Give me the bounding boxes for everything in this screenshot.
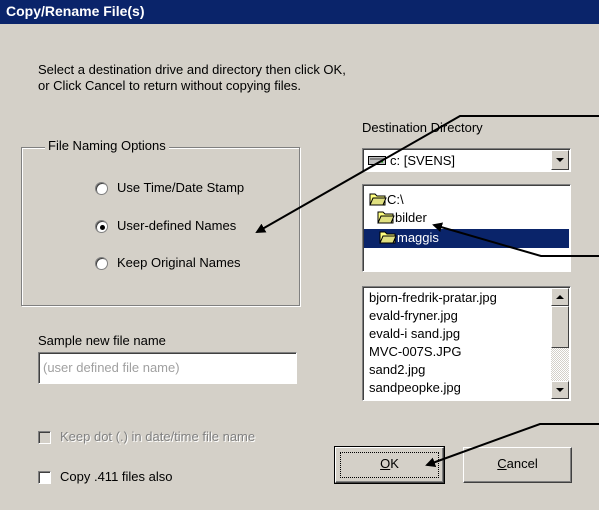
drive-value: c: [SVENS] <box>390 153 456 168</box>
sample-file-name-placeholder: (user defined file name) <box>43 360 180 375</box>
cancel-button[interactable]: Cancel <box>463 447 572 483</box>
window-title: Copy/Rename File(s) <box>6 3 145 19</box>
file-item[interactable]: bjorn-fredrik-pratar.jpg <box>369 290 497 305</box>
title-bar[interactable]: Copy/Rename File(s) <box>0 0 599 24</box>
copy-rename-dialog: Copy/Rename File(s) Select a destination… <box>0 0 599 510</box>
folder-label-root: C:\ <box>387 192 404 207</box>
scroll-up-button[interactable] <box>551 288 569 306</box>
open-folder-icon <box>369 193 387 206</box>
file-list-scrollbar[interactable] <box>551 288 569 399</box>
ok-button[interactable]: OK <box>334 446 445 484</box>
ok-button-label: OK <box>380 456 399 471</box>
file-naming-options-label: File Naming Options <box>45 138 169 153</box>
file-list[interactable]: bjorn-fredrik-pratar.jpg evald-fryner.jp… <box>362 286 571 401</box>
file-item[interactable]: sand2.jpg <box>369 362 425 377</box>
file-item[interactable]: evald-i sand.jpg <box>369 326 460 341</box>
destination-directory-label: Destination Directory <box>362 120 483 135</box>
cancel-button-label: Cancel <box>497 456 538 471</box>
drive-combo[interactable]: c: [SVENS] <box>362 148 571 172</box>
copy-411-label[interactable]: Copy .411 files also <box>60 469 173 484</box>
open-folder-icon <box>379 231 397 244</box>
chevron-down-icon <box>556 158 564 162</box>
copy-411-checkbox[interactable] <box>38 471 51 484</box>
radio-user-defined-names-label[interactable]: User-defined Names <box>117 218 236 233</box>
file-item[interactable]: evald-fryner.jpg <box>369 308 458 323</box>
chevron-down-icon <box>556 388 564 392</box>
drive-dropdown-button[interactable] <box>551 150 569 170</box>
folder-item-root[interactable]: C:\ <box>369 192 404 207</box>
chevron-up-icon <box>556 295 564 299</box>
radio-keep-original-names-label[interactable]: Keep Original Names <box>117 255 241 270</box>
folder-label-maggis: maggis <box>397 230 439 245</box>
scroll-down-button[interactable] <box>551 381 569 399</box>
instruction-line-2: or Click Cancel to return without copyin… <box>38 78 302 93</box>
folder-label-bilder: bilder <box>395 210 427 225</box>
radio-user-defined-names[interactable] <box>95 220 108 233</box>
keep-dot-label: Keep dot (.) in date/time file name <box>60 429 256 444</box>
scroll-thumb[interactable] <box>551 306 569 348</box>
folder-item-maggis[interactable]: maggis <box>364 229 569 248</box>
radio-time-date-stamp-label[interactable]: Use Time/Date Stamp <box>117 180 244 195</box>
radio-time-date-stamp[interactable] <box>95 182 108 195</box>
keep-dot-checkbox[interactable] <box>38 431 51 444</box>
file-item[interactable]: sandpeopke.jpg <box>369 380 461 395</box>
folder-tree-list[interactable]: C:\ bilder maggis <box>362 184 571 272</box>
file-item[interactable]: MVC-007S.JPG <box>369 344 461 359</box>
open-folder-icon <box>377 211 395 224</box>
radio-keep-original-names[interactable] <box>95 257 108 270</box>
sample-file-name-field[interactable]: (user defined file name) <box>38 352 297 384</box>
drive-icon <box>368 154 386 169</box>
instruction-line-1: Select a destination drive and directory… <box>38 62 346 77</box>
folder-item-bilder[interactable]: bilder <box>377 210 427 225</box>
sample-file-name-label: Sample new file name <box>38 333 166 348</box>
